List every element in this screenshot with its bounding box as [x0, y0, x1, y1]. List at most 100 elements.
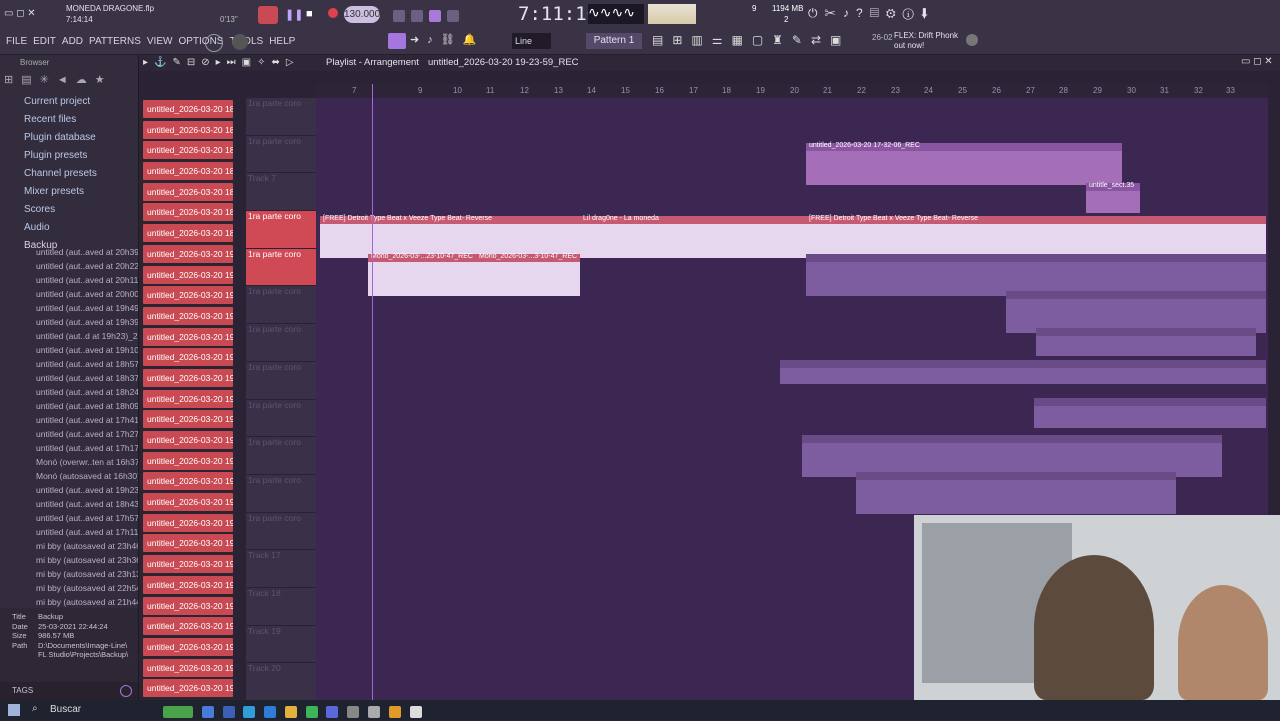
- backup-file[interactable]: untitled (aut..aved at 18h57): [0, 357, 138, 371]
- channel-button[interactable]: untitled_2026-03-20 18-: [143, 203, 233, 222]
- menu-add[interactable]: ADD: [62, 36, 83, 47]
- channel-button[interactable]: untitled_2026-03-20 19-: [143, 534, 233, 553]
- track-header[interactable]: 1ra parte coro: [246, 248, 316, 287]
- master-volume-knob[interactable]: [205, 34, 223, 52]
- app-icon[interactable]: [243, 706, 256, 718]
- song-position[interactable]: 7:11:10: [518, 3, 598, 25]
- window-controls[interactable]: ▭ ◻ ✕: [4, 8, 54, 22]
- backup-file[interactable]: untitled (aut..aved at 20h11): [0, 273, 138, 287]
- track-header[interactable]: 1ra parte coro: [246, 513, 316, 551]
- windows-start-icon[interactable]: [8, 704, 20, 716]
- track-header[interactable]: Track 18: [246, 588, 316, 626]
- audio-clip[interactable]: [1036, 328, 1256, 356]
- browser-current-project[interactable]: Current project: [0, 93, 138, 111]
- channel-button[interactable]: untitled_2026-03-20 18-: [143, 224, 233, 243]
- backup-file[interactable]: untitled (aut..aved at 19h39): [0, 315, 138, 329]
- playhead[interactable]: [372, 84, 373, 700]
- app-icon[interactable]: [326, 706, 339, 718]
- channel-button[interactable]: untitled_2026-03-20 19-: [143, 389, 233, 408]
- backup-file[interactable]: mi bby (autosaved at 23h36): [0, 553, 138, 567]
- audio-clip[interactable]: [780, 360, 1266, 384]
- channel-button[interactable]: untitled_2026-03-20 19-: [143, 596, 233, 615]
- browser-audio[interactable]: Audio: [0, 219, 138, 237]
- channel-button[interactable]: untitled_2026-03-20 19-: [143, 368, 233, 387]
- backup-file[interactable]: Monó (autosaved at 16h30): [0, 469, 138, 483]
- tempo-display[interactable]: 130.000: [344, 6, 380, 23]
- loop-record-icon[interactable]: [447, 10, 459, 22]
- playlist-tool-icons[interactable]: ▸⚓✎⊟⊘▸⏭▣✧⬌▷: [143, 57, 313, 69]
- audio-clip[interactable]: Lil drag0ne - La moneda: [580, 215, 806, 258]
- app-icon[interactable]: [201, 706, 214, 718]
- stop-button[interactable]: ■: [306, 8, 313, 20]
- channel-button[interactable]: untitled_2026-03-20 19-: [143, 555, 233, 574]
- channel-button[interactable]: untitled_2026-03-20 19-: [143, 244, 233, 263]
- metronome-icons[interactable]: [390, 6, 494, 22]
- backup-file[interactable]: untitled (aut..d at 19h23)_2: [0, 329, 138, 343]
- playlist-icon[interactable]: [388, 33, 406, 49]
- audio-clip[interactable]: Mono_2026-03-...3-10-47_REC: [476, 253, 580, 296]
- track-header[interactable]: 1ra parte coro: [246, 98, 316, 136]
- snap-selector[interactable]: Line: [512, 33, 551, 49]
- backup-file[interactable]: untitled (aut..aved at 19h49): [0, 301, 138, 315]
- browser-plugin-database[interactable]: Plugin database: [0, 129, 138, 147]
- track-header[interactable]: Track 19: [246, 626, 316, 664]
- menu-file[interactable]: FILE: [6, 36, 27, 47]
- audio-clip[interactable]: [FREE] Detroit Type Beat x Veeze Type Be…: [320, 215, 580, 258]
- track-header[interactable]: 1ra parte coro: [246, 437, 316, 475]
- channel-button[interactable]: untitled_2026-03-20 19-: [143, 493, 233, 512]
- channel-button[interactable]: untitled_2026-03-20 19-: [143, 637, 233, 656]
- channel-button[interactable]: untitled_2026-03-20 19-: [143, 327, 233, 346]
- app-icon[interactable]: [409, 706, 422, 718]
- track-header[interactable]: Track 7: [246, 173, 316, 212]
- track-header[interactable]: 1ra parte coro: [246, 211, 316, 249]
- account-icon[interactable]: [966, 34, 978, 46]
- browser-toolbar[interactable]: ⊞▤✳◄☁★: [4, 73, 134, 89]
- audio-clip[interactable]: [FREE] Detroit Type Beat x Veeze Type Be…: [806, 215, 1266, 258]
- track-header[interactable]: 1ra parte coro: [246, 324, 316, 362]
- backup-file[interactable]: mi bby (autosaved at 23h46): [0, 539, 138, 553]
- backup-file[interactable]: untitled (aut..aved at 17h11): [0, 525, 138, 539]
- backup-file[interactable]: untitled (aut..aved at 18h24): [0, 385, 138, 399]
- toolbar-icons[interactable]: ⏻✂♪?▤⚙ⓘ⬇: [808, 6, 978, 22]
- news-text[interactable]: FLEX: Drift Phonk out now!: [894, 31, 964, 51]
- channel-button[interactable]: untitled_2026-03-20 18-: [143, 182, 233, 201]
- menu-patterns[interactable]: PATTERNS: [89, 36, 141, 47]
- track-header[interactable]: 1ra parte coro: [246, 475, 316, 513]
- search-icon[interactable]: [120, 685, 132, 697]
- channel-button[interactable]: untitled_2026-03-20 18-: [143, 120, 233, 139]
- app-icon[interactable]: [284, 706, 297, 718]
- browser-recent-files[interactable]: Recent files: [0, 111, 138, 129]
- audio-clip[interactable]: untitle_sect.35: [1086, 182, 1140, 213]
- channel-button[interactable]: untitled_2026-03-20 19-: [143, 575, 233, 594]
- timeline-ruler[interactable]: 7 9 10 11 12 13 14 15 16 17 18 19 20 21 …: [316, 84, 1268, 98]
- app-icon[interactable]: [222, 706, 235, 718]
- menu-help[interactable]: HELP: [269, 36, 295, 47]
- audio-clip[interactable]: [856, 472, 1176, 514]
- backup-file[interactable]: untitled (aut..aved at 17h41): [0, 413, 138, 427]
- backup-file[interactable]: untitled (aut..aved at 20h22): [0, 259, 138, 273]
- app-icon[interactable]: [264, 706, 277, 718]
- playlist-window-controls[interactable]: ▭ ◻ ✕: [1241, 56, 1273, 67]
- backup-file[interactable]: mi bby (autosaved at 22h54): [0, 581, 138, 595]
- channel-button[interactable]: untitled_2026-03-20 19-: [143, 617, 233, 636]
- pattern-selector[interactable]: Pattern 1: [586, 33, 642, 49]
- song-mode-button[interactable]: [258, 6, 278, 24]
- tags-label[interactable]: TAGS: [12, 686, 33, 695]
- channel-button[interactable]: untitled_2026-03-20 19-: [143, 348, 233, 367]
- channel-button[interactable]: untitled_2026-03-20 18-: [143, 141, 233, 160]
- backup-file[interactable]: untitled (aut..aved at 17h17): [0, 441, 138, 455]
- app-icon[interactable]: [305, 706, 318, 718]
- metronome-icon[interactable]: [393, 10, 405, 22]
- window-shortcut-icons[interactable]: ▤⊞▥⚌▦▢♜✎⇄▣: [652, 33, 862, 49]
- backup-file[interactable]: Monó (overwr..ten at 16h37): [0, 455, 138, 469]
- channel-button[interactable]: untitled_2026-03-20 19-: [143, 679, 233, 698]
- channel-button[interactable]: untitled_2026-03-20 19-: [143, 286, 233, 305]
- backup-file[interactable]: untitled (aut..aved at 19h23): [0, 483, 138, 497]
- channel-button[interactable]: untitled_2026-03-20 19-: [143, 451, 233, 470]
- countdown-icon[interactable]: [429, 10, 441, 22]
- master-pitch-knob[interactable]: [232, 34, 248, 50]
- track-header[interactable]: 1ra parte coro: [246, 136, 316, 174]
- track-header[interactable]: Track 17: [246, 550, 316, 588]
- app-icon[interactable]: [388, 706, 401, 718]
- app-icon[interactable]: [368, 706, 381, 718]
